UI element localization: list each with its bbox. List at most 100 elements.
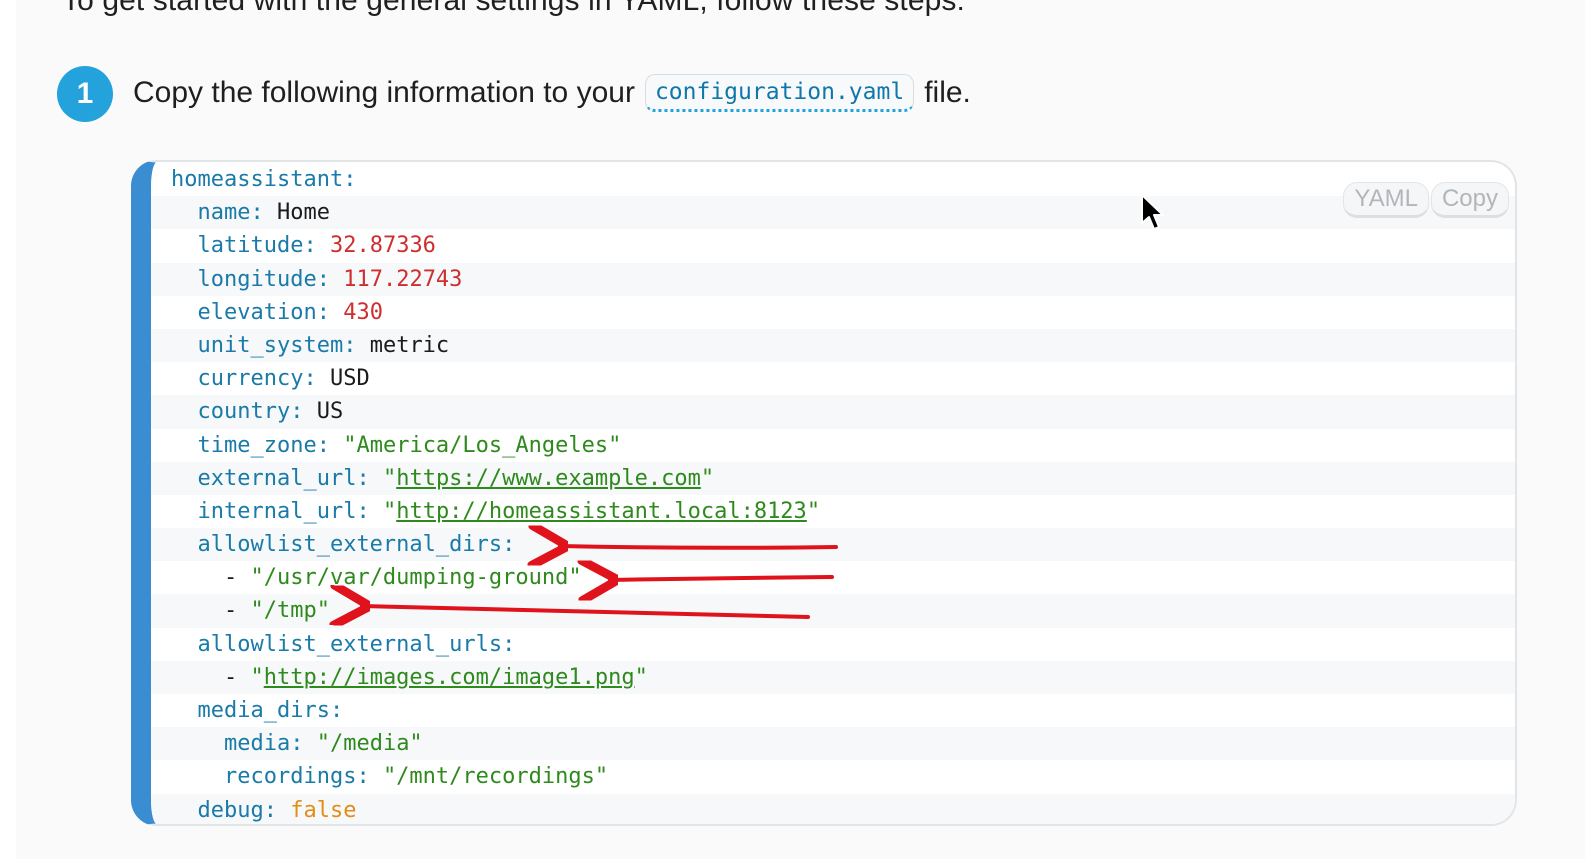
code-token-str: ": [250, 664, 264, 690]
code-token-punct: :: [290, 399, 317, 425]
code-line: unit_system: metric: [151, 328, 1515, 363]
code-line: name: Home: [151, 196, 1515, 230]
code-line: internal_url: "http://homeassistant.loca…: [151, 495, 1515, 528]
code-token-punct: :: [502, 532, 516, 558]
code-line: media: "/media": [151, 727, 1515, 761]
code-token-str: ": [700, 465, 715, 491]
code-token-key: latitude: [197, 233, 304, 259]
code-token-str: ": [634, 664, 648, 690]
code-token-plain: -: [171, 664, 251, 690]
intro-paragraph: To get started with the general settings…: [62, 0, 965, 17]
inline-code-filename[interactable]: configuration.yaml: [644, 74, 915, 112]
step-text-after: file.: [924, 76, 971, 109]
code-token-key: time_zone: [197, 432, 317, 458]
code-line: allowlist_external_urls:: [151, 628, 1515, 661]
code-token-bool: false: [290, 797, 357, 823]
code-token-str: "America/Los_Angeles": [343, 432, 622, 458]
code-token-str: "/usr/var/dumping-ground": [250, 565, 582, 591]
code-line: - "http://images.com/image1.png": [151, 660, 1515, 694]
code-token-punct: :: [303, 233, 330, 259]
code-token-plain: -: [171, 565, 251, 591]
code-token-link[interactable]: http://homeassistant.local:8123: [396, 499, 807, 524]
code-token-plain: USD: [329, 366, 370, 392]
code-token-num: 32.87336: [329, 233, 436, 259]
code-token-num: 430: [343, 299, 383, 325]
code-line: latitude: 32.87336: [151, 229, 1515, 262]
code-token-str: ": [806, 498, 821, 524]
code-token-str: ": [382, 465, 397, 491]
code-token-plain: Home: [276, 200, 330, 226]
code-lines: homeassistant: name: Home latitude: 32.8…: [151, 163, 1515, 824]
code-line: recordings: "/mnt/recordings": [151, 760, 1515, 793]
code-line: elevation: 430: [151, 296, 1515, 329]
code-token-num: 117.22743: [343, 266, 463, 292]
code-line: - "/tmp": [151, 594, 1515, 628]
code-token-punct: :: [356, 465, 383, 491]
code-token-punct: :: [356, 764, 383, 790]
code-line: media_dirs:: [151, 694, 1515, 727]
code-token-punct: :: [329, 698, 344, 723]
code-line: - "/usr/var/dumping-ground": [151, 561, 1515, 594]
code-token-punct: :: [290, 731, 317, 757]
code-token-plain: -: [171, 598, 251, 624]
language-label-button[interactable]: YAML: [1343, 182, 1429, 218]
code-token-key: longitude: [197, 266, 317, 292]
left-gutter: [0, 0, 16, 859]
copy-button[interactable]: Copy: [1430, 182, 1509, 218]
code-token-key: currency: [197, 366, 304, 392]
code-token-punct: :: [250, 200, 277, 226]
code-token-link[interactable]: http://images.com/image1.png: [264, 665, 635, 690]
code-line: time_zone: "America/Los_Angeles": [151, 429, 1515, 462]
code-token-plain: US: [316, 399, 344, 425]
code-actions: YAML Copy: [1343, 182, 1509, 218]
code-token-key: debug: [197, 797, 264, 823]
step-text-before: Copy the following information to your: [133, 76, 635, 109]
code-token-key: country: [197, 399, 291, 425]
code-token-key: external_url: [197, 465, 357, 491]
code-token-punct: :: [316, 432, 344, 458]
code-token-str: "/mnt/recordings": [382, 764, 609, 790]
code-line: currency: USD: [151, 362, 1515, 395]
code-token-key: allowlist_external_dirs: [197, 532, 503, 558]
code-token-punct: :: [343, 167, 357, 192]
step-number-badge: 1: [57, 66, 113, 122]
code-line: external_url: "https://www.example.com": [151, 461, 1515, 495]
mouse-pointer-icon: [1141, 194, 1164, 230]
code-token-key: homeassistant: [171, 167, 344, 192]
code-line: allowlist_external_dirs:: [151, 528, 1515, 562]
yaml-code-block: homeassistant: name: Home latitude: 32.8…: [131, 160, 1517, 826]
code-line: longitude: 117.22743: [151, 262, 1515, 296]
code-token-str: ": [382, 498, 397, 524]
step-instruction: Copy the following information to your c…: [133, 74, 971, 112]
code-token-key: unit_system: [197, 332, 344, 358]
code-token-punct: :: [263, 797, 291, 823]
code-token-link[interactable]: https://www.example.com: [396, 466, 701, 491]
code-token-plain: metric: [369, 332, 450, 358]
code-token-key: recordings: [223, 764, 357, 790]
code-token-str: "/media": [316, 731, 423, 757]
code-token-key: media_dirs: [197, 698, 330, 723]
code-token-key: internal_url: [197, 498, 357, 524]
code-token-punct: :: [303, 366, 330, 392]
code-token-key: elevation: [197, 299, 317, 325]
code-token-key: media: [223, 731, 291, 757]
code-line: homeassistant:: [151, 163, 1515, 196]
code-line: country: US: [151, 395, 1515, 429]
code-line: debug: false: [151, 793, 1515, 824]
code-token-punct: :: [502, 631, 516, 657]
